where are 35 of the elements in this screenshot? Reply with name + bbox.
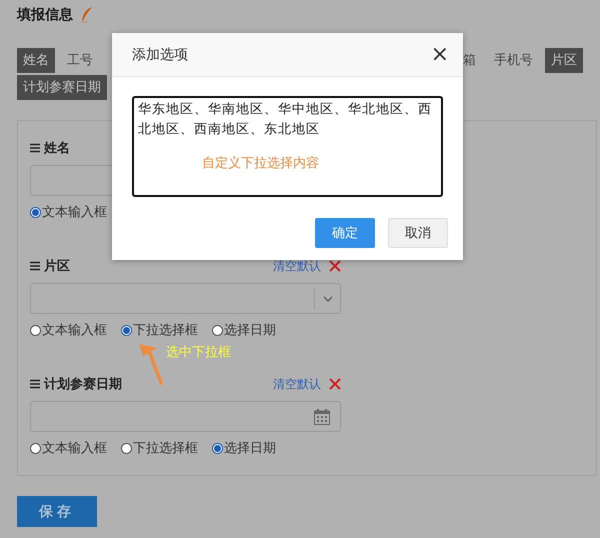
page-title: 填报信息 xyxy=(17,6,73,24)
radio-option[interactable]: 文本输入框 xyxy=(30,203,107,221)
chevron-down-icon xyxy=(322,296,332,302)
field-label: 片区 xyxy=(44,258,70,275)
field-tab[interactable]: 箱 xyxy=(457,48,482,73)
radio-option[interactable]: 文本输入框 xyxy=(30,321,107,339)
menu-icon[interactable] xyxy=(30,143,40,153)
cancel-button[interactable]: 取消 xyxy=(388,218,448,248)
save-button[interactable]: 保存 xyxy=(17,496,97,527)
confirm-button[interactable]: 确定 xyxy=(315,218,375,248)
annotation-text: 选中下拉框 xyxy=(166,344,231,361)
delete-icon[interactable] xyxy=(329,378,341,390)
field-tab[interactable]: 姓名 xyxy=(17,48,55,73)
field-tab[interactable]: 片区 xyxy=(545,48,583,73)
close-button[interactable]: × xyxy=(430,44,449,66)
options-textarea[interactable]: 华东地区、华南地区、华中地区、华北地区、西北地区、西南地区、东北地区 自定义下拉选择内容 xyxy=(132,96,443,197)
radio-option[interactable]: 选择日期 xyxy=(212,321,276,339)
select-field[interactable] xyxy=(30,283,341,314)
calendar-icon xyxy=(314,408,330,424)
field-label: 计划参赛日期 xyxy=(44,376,122,393)
field-label: 姓名 xyxy=(44,140,70,157)
radio-option[interactable]: 文本输入框 xyxy=(30,439,107,457)
radio-option[interactable]: 下拉选择框 xyxy=(121,321,198,339)
menu-icon[interactable] xyxy=(30,379,40,389)
menu-icon[interactable] xyxy=(30,261,40,271)
date-field[interactable] xyxy=(30,401,341,432)
feather-icon xyxy=(81,7,93,23)
delete-icon[interactable] xyxy=(329,260,341,272)
radio-option[interactable]: 下拉选择框 xyxy=(121,439,198,457)
dialog-title: 添加选项 xyxy=(132,46,188,64)
annotation-text: 自定义下拉选择内容 xyxy=(202,155,319,172)
field-tab[interactable]: 计划参赛日期 xyxy=(17,75,107,100)
field-tab[interactable]: 工号 xyxy=(61,48,99,73)
radio-option[interactable]: 选择日期 xyxy=(212,439,276,457)
field-tab[interactable]: 手机号 xyxy=(488,48,539,73)
